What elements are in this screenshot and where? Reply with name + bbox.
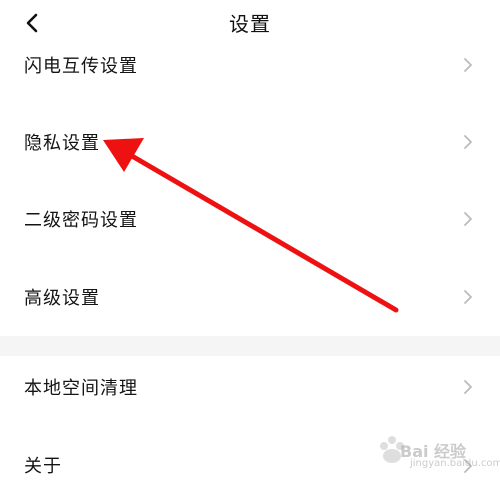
section-divider bbox=[0, 336, 500, 356]
settings-item-lightning-transfer[interactable]: 闪电互传设置 bbox=[0, 44, 500, 84]
settings-item-label: 本地空间清理 bbox=[24, 378, 138, 399]
settings-item-label: 闪电互传设置 bbox=[24, 56, 138, 77]
header: 设置 bbox=[0, 0, 500, 44]
chevron-right-icon bbox=[464, 135, 472, 149]
settings-item-label: 高级设置 bbox=[24, 288, 100, 309]
settings-screen: 设置 闪电互传设置 隐私设置 二级密码设置 高级设置 本地空间清理 关于 Bai… bbox=[0, 0, 500, 487]
settings-item-privacy[interactable]: 隐私设置 bbox=[0, 110, 500, 172]
settings-item-label: 关于 bbox=[24, 456, 62, 477]
page-title: 设置 bbox=[229, 12, 271, 36]
settings-item-local-storage-cleanup[interactable]: 本地空间清理 bbox=[0, 356, 500, 418]
settings-item-advanced[interactable]: 高级设置 bbox=[0, 266, 500, 328]
chevron-right-icon bbox=[464, 58, 472, 72]
chevron-right-icon bbox=[464, 290, 472, 304]
settings-item-label: 二级密码设置 bbox=[24, 210, 138, 231]
watermark-subtext: jingyan.baidu.com bbox=[410, 458, 500, 469]
chevron-right-icon bbox=[464, 212, 472, 226]
settings-item-secondary-password[interactable]: 二级密码设置 bbox=[0, 188, 500, 250]
settings-item-label: 隐私设置 bbox=[24, 133, 100, 154]
chevron-right-icon bbox=[464, 380, 472, 394]
